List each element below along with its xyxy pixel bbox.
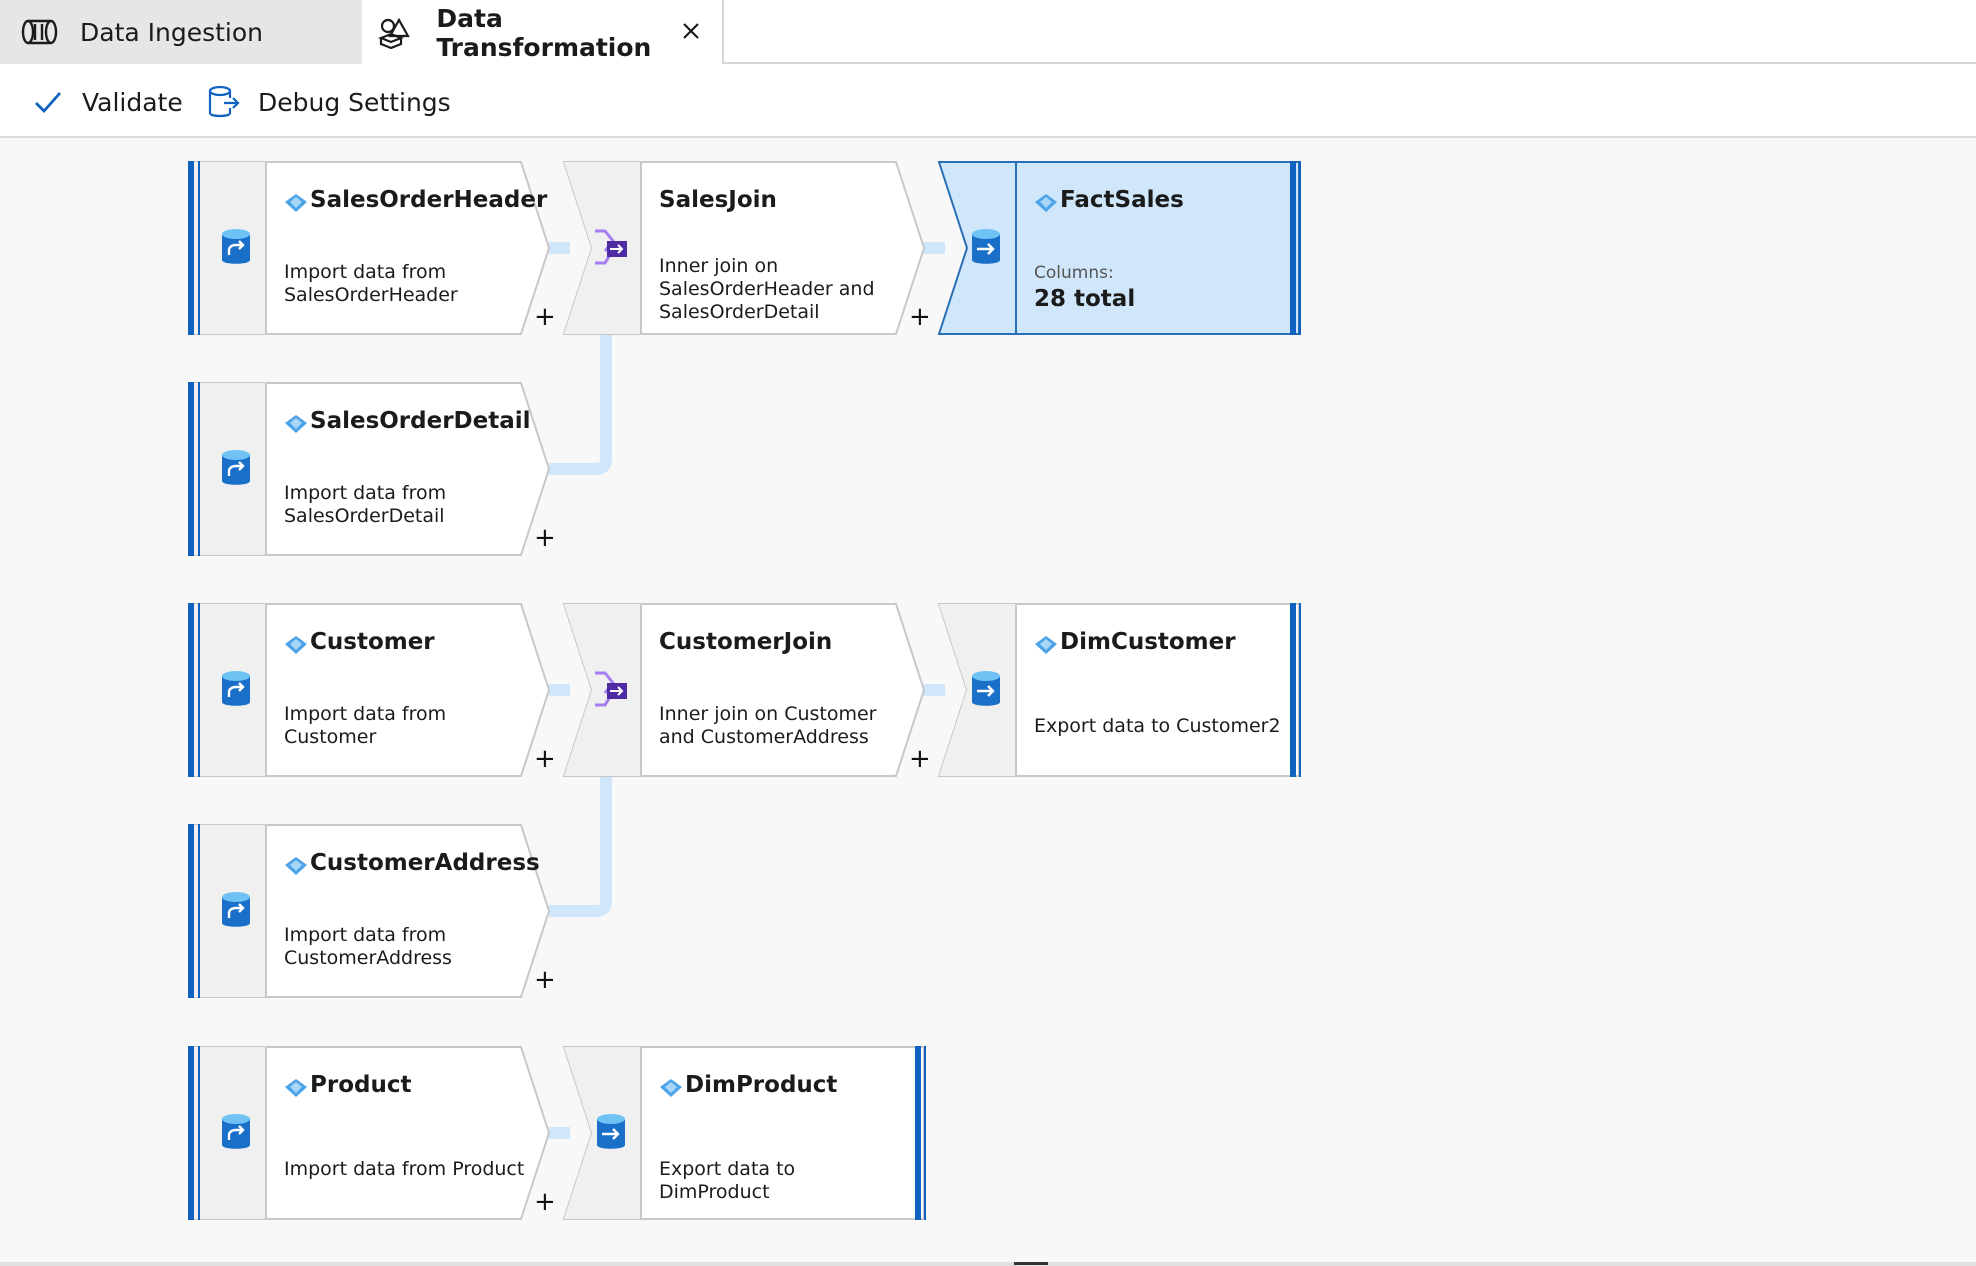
node-description: Inner join on Customer and CustomerAddre…: [659, 703, 877, 748]
debug-settings-icon: [206, 84, 242, 120]
node-title: SalesOrderHeader: [310, 187, 548, 213]
node-description: Export data to Customer2: [1034, 715, 1281, 737]
dataset-icon: [285, 636, 307, 654]
add-transformation-button[interactable]: +: [534, 304, 556, 330]
node-description: Import data from SalesOrderDetail: [284, 482, 447, 527]
checkmark-icon: [30, 84, 66, 120]
add-transformation-button[interactable]: +: [909, 304, 931, 330]
node-title: Customer: [310, 629, 435, 655]
dataset-icon: [660, 1079, 682, 1097]
columns-value: 28 total: [1034, 286, 1136, 312]
validate-button[interactable]: Validate: [30, 82, 183, 122]
node-title: CustomerJoin: [659, 629, 833, 655]
node-title: Product: [310, 1072, 412, 1098]
add-transformation-button[interactable]: +: [534, 746, 556, 772]
dataset-icon: [1035, 636, 1057, 654]
debug-settings-button[interactable]: Debug Settings: [206, 82, 451, 122]
add-transformation-button[interactable]: +: [534, 1189, 556, 1215]
source-database-icon: [222, 450, 250, 485]
dataflow-canvas[interactable]: SalesOrderHeader Import data from SalesO…: [0, 138, 1976, 1262]
bottom-panel-edge: [0, 1262, 1976, 1266]
dataset-icon: [285, 194, 307, 212]
connector-detail-to-salesjoin: [549, 334, 612, 475]
dataset-icon: [1035, 194, 1057, 212]
sink-database-icon: [972, 671, 1000, 706]
node-title: SalesOrderDetail: [310, 408, 531, 434]
source-database-icon: [222, 229, 250, 264]
add-transformation-button[interactable]: +: [534, 967, 556, 993]
dataset-icon: [285, 415, 307, 433]
node-title: DimCustomer: [1060, 629, 1236, 655]
node-product[interactable]: Product Import data from Product +: [188, 1046, 556, 1220]
node-fact-sales[interactable]: FactSales Columns: 28 total: [937, 161, 1301, 335]
toolbar: Validate Debug Settings: [0, 64, 1976, 138]
node-description: Inner join on SalesOrderHeader and Sales…: [659, 255, 875, 323]
node-description: Import data from CustomerAddress: [284, 924, 452, 969]
panel-resize-handle[interactable]: [1014, 1262, 1048, 1265]
source-database-icon: [222, 892, 250, 927]
join-icon: [595, 671, 627, 707]
source-database-icon: [222, 671, 250, 706]
add-transformation-button[interactable]: +: [909, 746, 931, 772]
data-transformation-icon: [377, 17, 416, 49]
node-description: Import data from Product: [284, 1158, 525, 1180]
data-ingestion-icon: [20, 17, 60, 47]
validate-label: Validate: [82, 87, 183, 117]
node-customer[interactable]: Customer Import data from Customer +: [188, 603, 556, 777]
debug-settings-label: Debug Settings: [258, 87, 451, 117]
node-title: SalesJoin: [659, 187, 777, 213]
dataset-icon: [285, 857, 307, 875]
node-dim-customer[interactable]: DimCustomer Export data to Customer2: [937, 603, 1301, 777]
connector-address-to-customerjoin: [549, 776, 612, 917]
add-transformation-button[interactable]: +: [534, 525, 556, 551]
tab-label: Data Ingestion: [80, 17, 264, 47]
node-title: DimProduct: [685, 1072, 838, 1098]
node-description: Import data from SalesOrderHeader: [284, 261, 458, 306]
sink-database-icon: [597, 1114, 625, 1149]
node-dim-product[interactable]: DimProduct Export data to DimProduct: [562, 1046, 926, 1220]
source-database-icon: [222, 1114, 250, 1149]
node-customer-address[interactable]: CustomerAddress Import data from Custome…: [188, 824, 556, 998]
close-tab-icon[interactable]: [676, 16, 706, 46]
node-title: CustomerAddress: [310, 850, 540, 876]
dataset-icon: [285, 1079, 307, 1097]
node-description: Export data to DimProduct: [659, 1158, 796, 1203]
node-sales-join[interactable]: SalesJoin Inner join on SalesOrderHeader…: [562, 161, 931, 335]
node-description: Import data from Customer: [284, 703, 447, 748]
tab-data-transformation[interactable]: Data Transformation: [362, 0, 724, 66]
tab-bar: Data Ingestion Data Transformation: [0, 0, 1976, 66]
node-customer-join[interactable]: CustomerJoin Inner join on Customer and …: [562, 603, 931, 777]
sink-database-icon: [972, 229, 1000, 264]
node-title: FactSales: [1060, 187, 1184, 213]
tab-data-ingestion[interactable]: Data Ingestion: [0, 0, 362, 64]
node-sales-order-header[interactable]: SalesOrderHeader Import data from SalesO…: [188, 161, 556, 335]
columns-label: Columns:: [1034, 263, 1114, 283]
node-sales-order-detail[interactable]: SalesOrderDetail Import data from SalesO…: [188, 382, 556, 556]
join-icon: [595, 229, 627, 265]
